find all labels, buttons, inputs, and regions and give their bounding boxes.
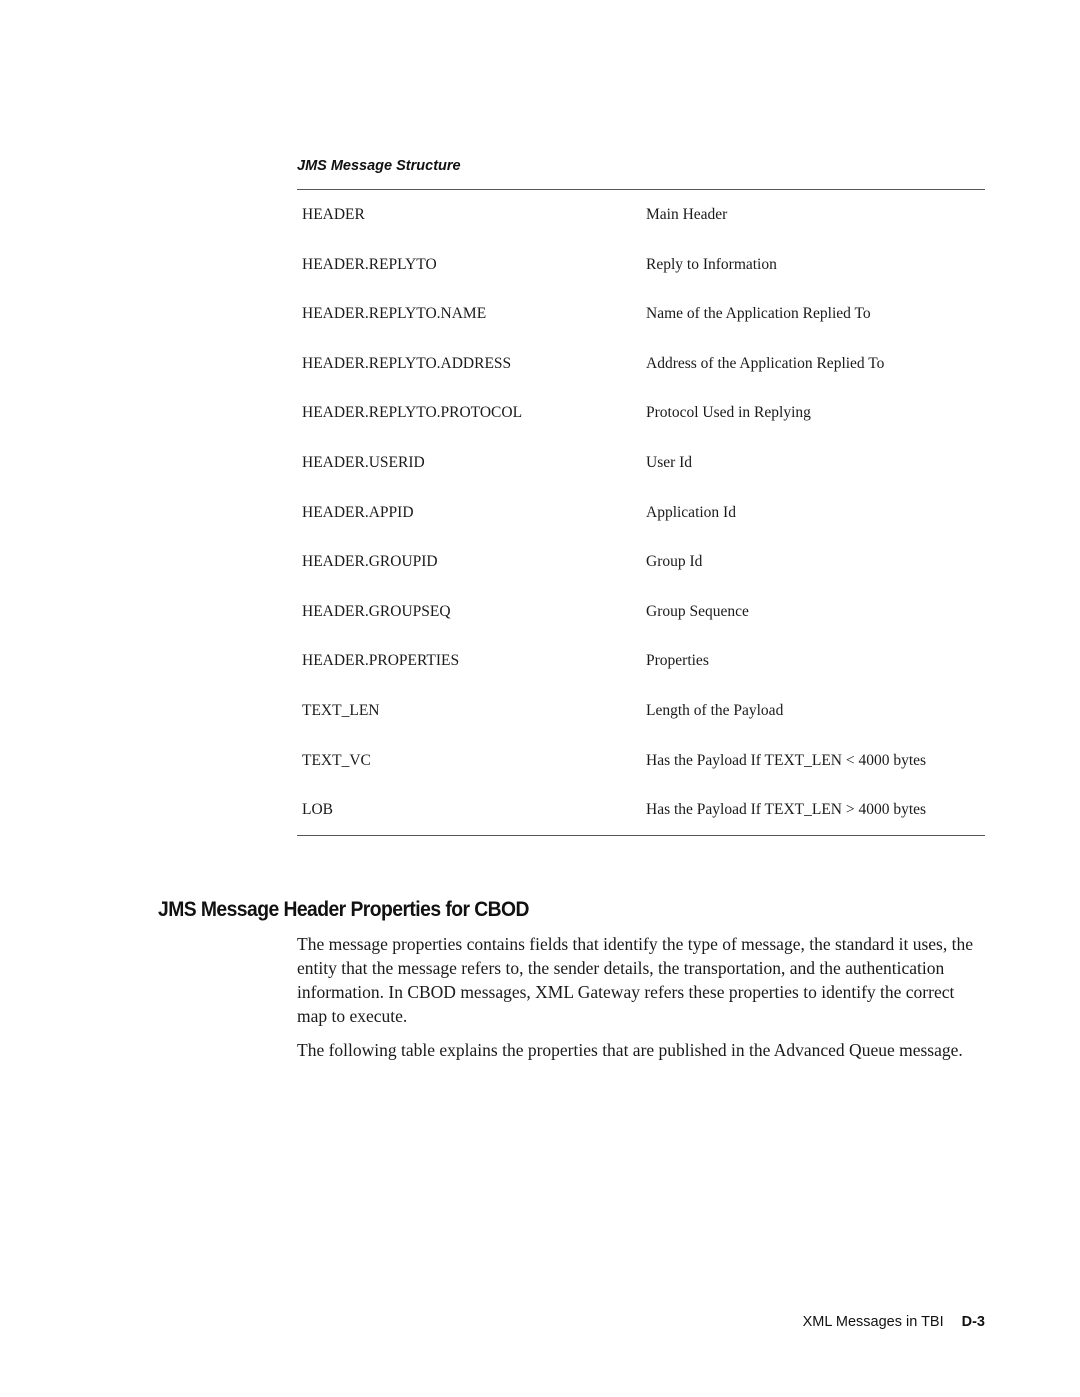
field-description: Group Sequence — [646, 602, 749, 620]
field-description: Properties — [646, 652, 709, 670]
field-name: TEXT_VC — [302, 751, 371, 769]
body-paragraph: The following table explains the propert… — [297, 1040, 963, 1060]
field-name: HEADER.REPLYTO.ADDRESS — [302, 354, 512, 372]
table-row: HEADER.GROUPID Group Id — [297, 547, 985, 597]
field-name: HEADER.REPLYTO.NAME — [302, 305, 487, 323]
field-name: LOB — [302, 801, 333, 819]
field-name: HEADER.APPID — [302, 503, 414, 521]
field-name: HEADER.REPLYTO — [302, 255, 437, 273]
field-name: HEADER.USERID — [302, 453, 425, 471]
field-description: Main Header — [646, 206, 728, 223]
body-paragraph: The message properties contains fields t… — [297, 934, 973, 1026]
page-footer: XML Messages in TBI D-3 — [803, 1314, 985, 1330]
field-description: Has the Payload If TEXT_LEN > 4000 bytes — [646, 801, 927, 819]
table-row: HEADER.APPID Application Id — [297, 498, 985, 548]
field-description: Name of the Application Replied To — [646, 305, 871, 323]
field-description: Group Id — [646, 553, 703, 571]
field-description: User Id — [646, 453, 693, 471]
table-top-rule — [297, 189, 985, 190]
section-heading: JMS Message Header Properties for CBOD — [158, 898, 529, 921]
field-name: HEADER.PROPERTIES — [302, 652, 460, 670]
field-description: Application Id — [646, 503, 736, 521]
field-name: HEADER.GROUPSEQ — [302, 602, 451, 620]
table-row: HEADER.PROPERTIES Properties — [297, 646, 985, 696]
field-name: TEXT_LEN — [302, 701, 380, 719]
field-description: Reply to Information — [646, 255, 777, 273]
table-row: HEADER.REPLYTO.ADDRESS Address of the App… — [297, 349, 985, 399]
table-row: TEXT_VC Has the Payload If TEXT_LEN < 400… — [297, 746, 985, 796]
table-row: HEADER.USERID User Id — [297, 448, 985, 498]
table-row: HEADER.REPLYTO Reply to Information — [297, 250, 985, 300]
table-row: HEADER Main Header — [297, 200, 985, 250]
table-row: LOB Has the Payload If TEXT_LEN > 4000 by… — [297, 795, 985, 845]
page-number: D-3 — [961, 1314, 985, 1330]
table-caption: JMS Message Structure — [297, 158, 461, 174]
field-description: Address of the Application Replied To — [646, 354, 885, 372]
field-description: Has the Payload If TEXT_LEN < 4000 bytes — [646, 751, 927, 769]
table-row: HEADER.REPLYTO.PROTOCOL Protocol Used in … — [297, 398, 985, 448]
table-bottom-rule — [297, 835, 985, 836]
field-name: HEADER.REPLYTO.PROTOCOL — [302, 404, 523, 422]
field-name: HEADER.GROUPID — [302, 553, 438, 571]
table-row: HEADER.REPLYTO.NAME Name of the Applicati… — [297, 299, 985, 349]
field-description: Protocol Used in Replying — [646, 404, 811, 422]
field-name: HEADER — [302, 206, 365, 223]
table-row: TEXT_LEN Length of the Payload — [297, 696, 985, 746]
jms-message-structure-table: HEADER Main Header HEADER.REPLYTO Reply to… — [297, 200, 985, 845]
table-row: HEADER.GROUPSEQ Group Sequence — [297, 597, 985, 647]
field-description: Length of the Payload — [646, 701, 784, 719]
footer-chapter-title: XML Messages in TBI — [802, 1314, 944, 1330]
